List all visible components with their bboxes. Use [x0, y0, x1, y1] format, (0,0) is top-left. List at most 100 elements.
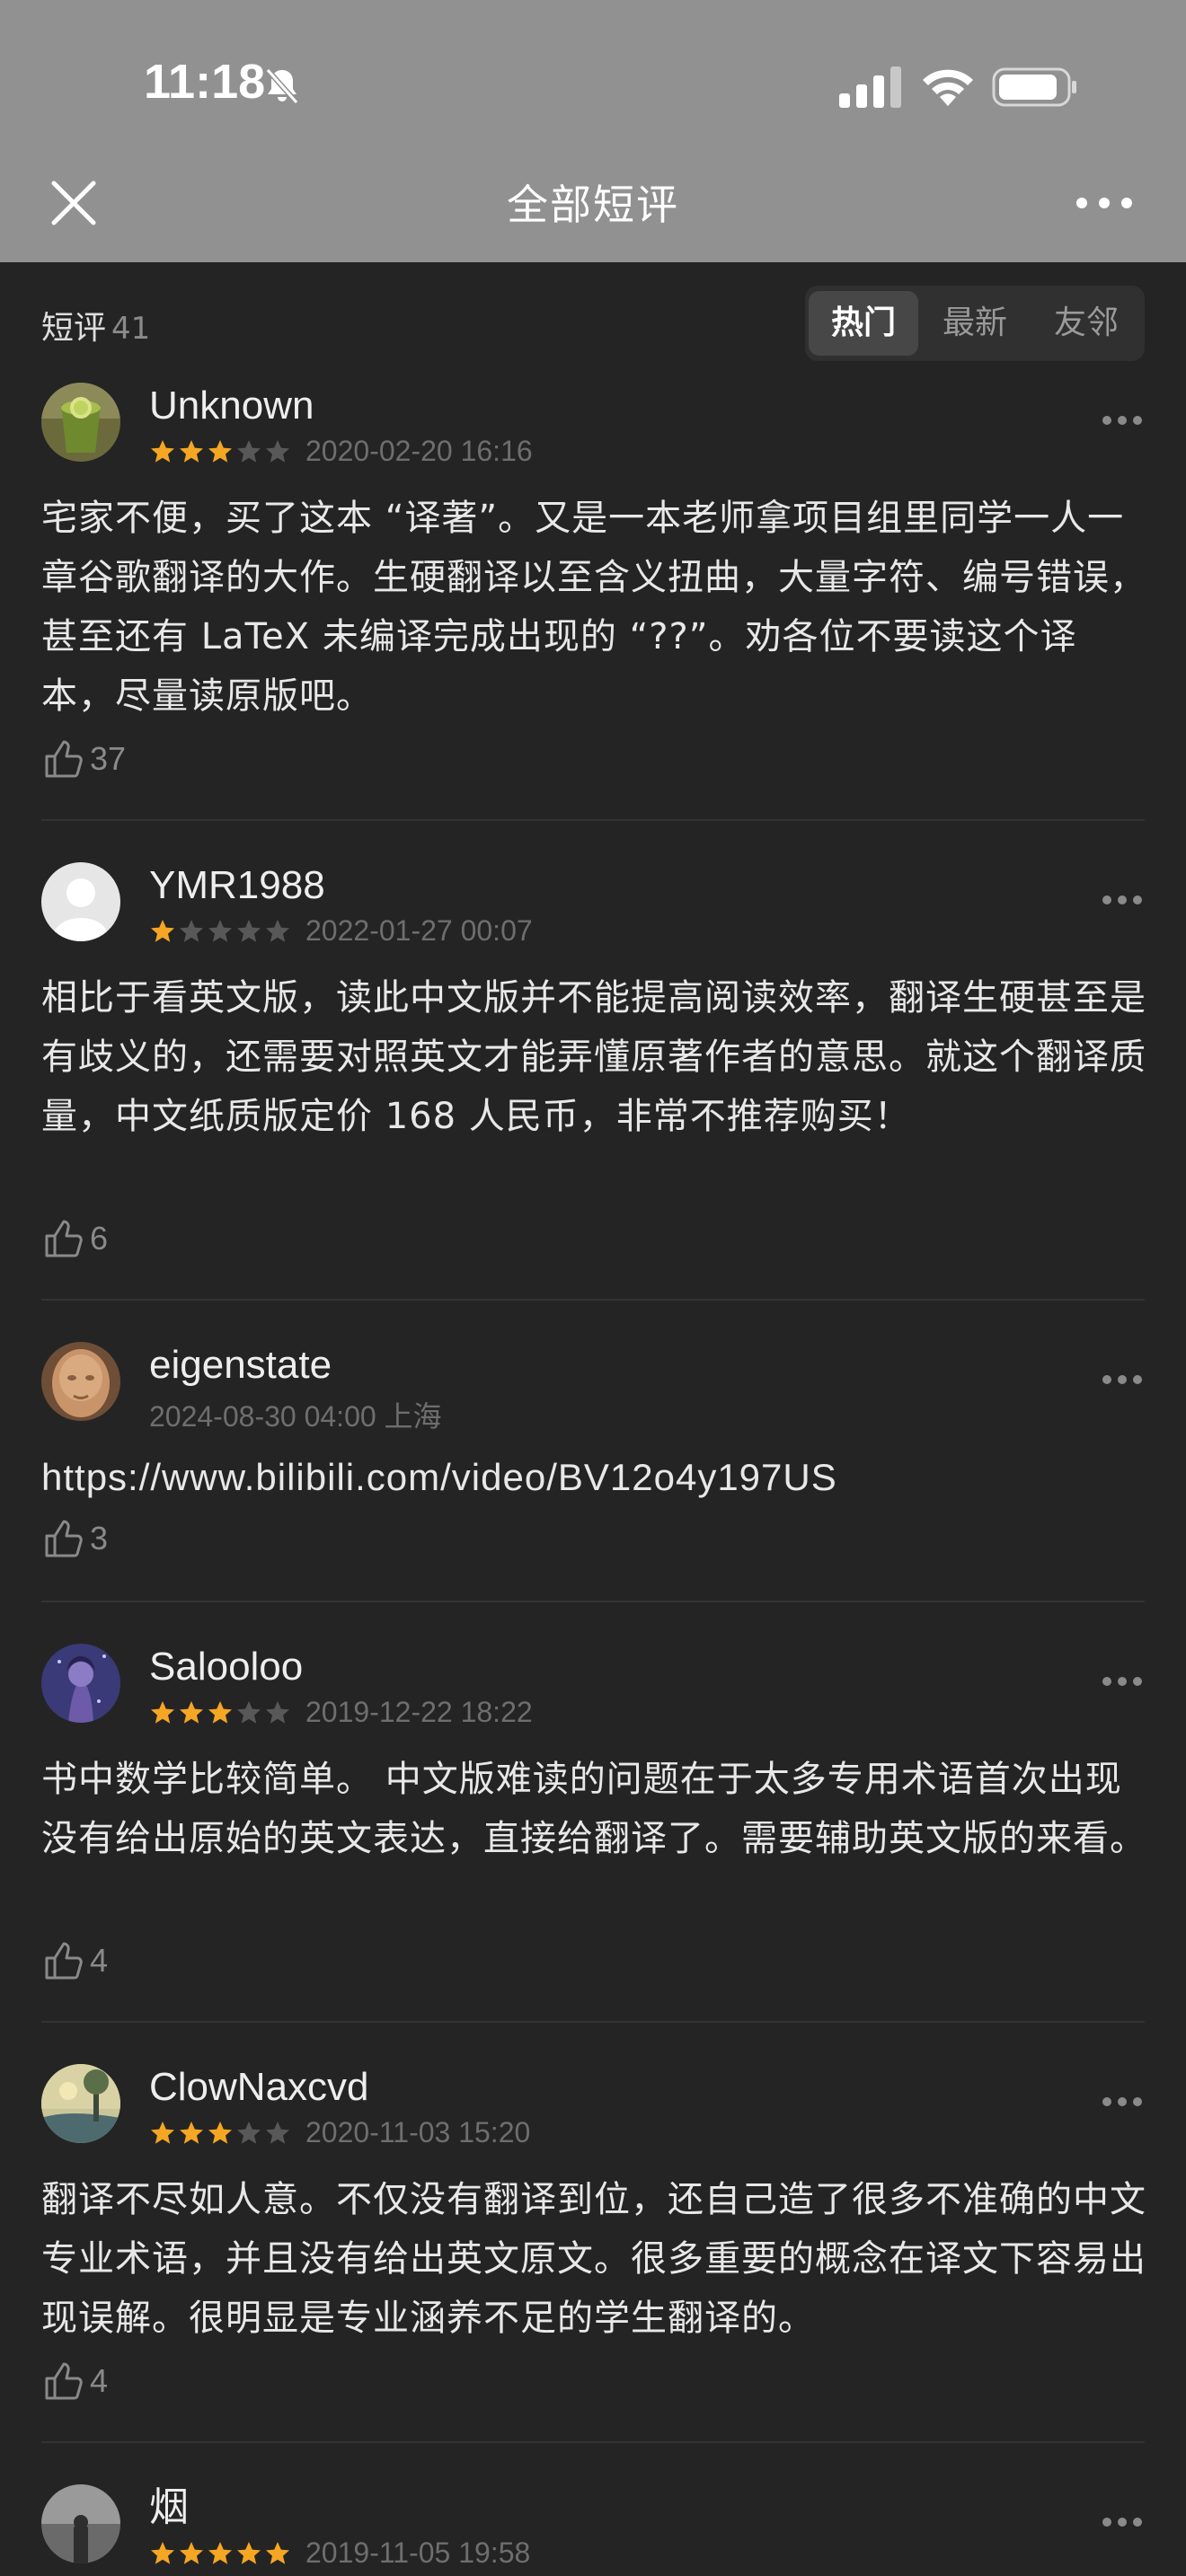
review-date: 2019-11-05 19:58	[305, 2536, 531, 2569]
star-icon	[237, 2121, 261, 2144]
star-rating	[149, 2540, 293, 2567]
review-meta: 2019-12-22 18:22	[149, 1696, 533, 1732]
star-icon	[180, 439, 203, 463]
star-icon	[180, 2541, 203, 2564]
avatar[interactable]	[41, 2064, 120, 2143]
status-time: 11:18	[144, 55, 266, 109]
bell-slash-icon	[265, 68, 299, 104]
username[interactable]: 烟	[149, 2484, 189, 2531]
top-bar: 11:18 全部短评	[0, 0, 1186, 262]
review-date: 2022-01-27 00:07	[305, 914, 533, 947]
avatar[interactable]	[41, 1342, 120, 1421]
star-icon	[237, 439, 261, 463]
thumbs-up-icon	[45, 1220, 83, 1257]
review-meta: 2024-08-30 04:00 上海	[149, 1394, 442, 1433]
item-more-icon[interactable]	[1102, 1374, 1143, 1385]
item-more-icon[interactable]	[1102, 1676, 1143, 1687]
star-icon	[151, 919, 174, 942]
divider	[41, 2441, 1145, 2443]
like-count: 37	[90, 740, 127, 777]
like-button[interactable]: 37	[41, 737, 126, 783]
star-icon	[208, 439, 232, 463]
star-icon	[208, 2541, 232, 2564]
star-icon	[180, 919, 203, 942]
divider	[41, 819, 1145, 821]
star-icon	[237, 1700, 261, 1724]
star-icon	[151, 1700, 174, 1724]
sort-segmented-control: 热门 最新 友邻	[805, 286, 1145, 361]
review-text: 书中数学比较简单。 中文版难读的问题在于太多专用术语首次出现没有给出原始的英文表…	[41, 1759, 1146, 1859]
like-button[interactable]: 4	[41, 2359, 108, 2405]
review-link[interactable]: https://www.bilibili.com/video/BV12o4y19…	[41, 1448, 1146, 1507]
star-icon	[208, 919, 232, 942]
like-button[interactable]: 3	[41, 1516, 108, 1563]
username[interactable]: eigenstate	[149, 1342, 332, 1389]
item-more-icon[interactable]	[1102, 2517, 1143, 2527]
star-icon	[151, 2541, 174, 2564]
item-more-icon[interactable]	[1102, 415, 1143, 426]
like-button[interactable]: 4	[41, 1938, 108, 1985]
review-text: 相比于看英文版，读此中文版并不能提高阅读效率，翻译生硬甚至是有歧义的，还需要对照…	[41, 977, 1146, 1137]
thumbs-up-icon	[45, 1520, 83, 1557]
thumbs-up-icon	[45, 1942, 83, 1980]
divider	[41, 1601, 1145, 1602]
divider	[41, 2021, 1145, 2023]
review-meta: 2019-11-05 19:58	[149, 2536, 530, 2572]
star-icon	[266, 2541, 289, 2564]
more-icon[interactable]	[1075, 196, 1134, 210]
like-count: 3	[90, 1520, 109, 1557]
divider	[41, 1299, 1145, 1301]
review-date: 2020-02-20 16:16	[305, 435, 533, 467]
review-date: 2020-11-03 15:20	[305, 2116, 531, 2148]
review-date: 2024-08-30 04:00 上海	[149, 1400, 442, 1433]
tab-friends[interactable]: 友邻	[1031, 291, 1141, 356]
star-icon	[266, 1700, 289, 1724]
review-date: 2019-12-22 18:22	[305, 1696, 533, 1728]
tab-hot[interactable]: 热门	[809, 291, 918, 356]
item-more-icon[interactable]	[1102, 2096, 1143, 2107]
star-icon	[208, 2121, 232, 2144]
review-text: 宅家不便，买了这本 “译著”。又是一本老师拿项目组里同学一人一章谷歌翻译的大作。…	[41, 498, 1146, 717]
username[interactable]: Unknown	[149, 383, 314, 429]
review-text: 翻译不尽如人意。不仅没有翻译到位，还自己造了很多不准确的中文专业术语，并且没有给…	[41, 2179, 1146, 2339]
signal-icon	[839, 66, 901, 108]
star-icon	[151, 2121, 174, 2144]
star-icon	[151, 439, 174, 463]
avatar[interactable]	[41, 2484, 120, 2563]
review-count-label: 短评	[41, 310, 107, 347]
wifi-icon	[923, 69, 973, 106]
review-count: 短评 41	[41, 302, 150, 348]
tab-latest[interactable]: 最新	[920, 291, 1030, 356]
username[interactable]: Salooloo	[149, 1644, 303, 1690]
star-rating	[149, 438, 293, 465]
review-meta: 2022-01-27 00:07	[149, 914, 533, 950]
star-rating	[149, 2120, 293, 2147]
star-icon	[266, 2121, 289, 2144]
username[interactable]: ClowNaxcvd	[149, 2064, 369, 2111]
star-icon	[180, 1700, 203, 1724]
review-meta: 2020-02-20 16:16	[149, 435, 533, 471]
like-button[interactable]: 6	[41, 1216, 108, 1263]
avatar[interactable]	[41, 383, 120, 462]
review-count-number: 41	[111, 311, 151, 347]
star-rating	[149, 1699, 293, 1726]
filter-row: 短评 41 热门 最新 友邻	[0, 262, 1186, 388]
thumbs-up-icon	[45, 2362, 83, 2400]
avatar[interactable]	[41, 862, 120, 941]
avatar[interactable]	[41, 1644, 120, 1723]
review-meta: 2020-11-03 15:20	[149, 2116, 530, 2152]
star-icon	[237, 2541, 261, 2564]
star-icon	[266, 439, 289, 463]
star-rating	[149, 918, 293, 945]
item-more-icon[interactable]	[1102, 895, 1143, 905]
like-count: 4	[90, 2362, 109, 2399]
username[interactable]: YMR1988	[149, 862, 325, 909]
like-count: 6	[90, 1220, 109, 1257]
thumbs-up-icon	[45, 740, 83, 778]
star-icon	[237, 919, 261, 942]
star-icon	[266, 919, 289, 942]
star-icon	[180, 2121, 203, 2144]
like-count: 4	[90, 1942, 109, 1979]
star-icon	[208, 1700, 232, 1724]
page: 11:18 全部短评 短评 41 热门 最新 友邻 Unknown 2020-0…	[0, 0, 1186, 2576]
